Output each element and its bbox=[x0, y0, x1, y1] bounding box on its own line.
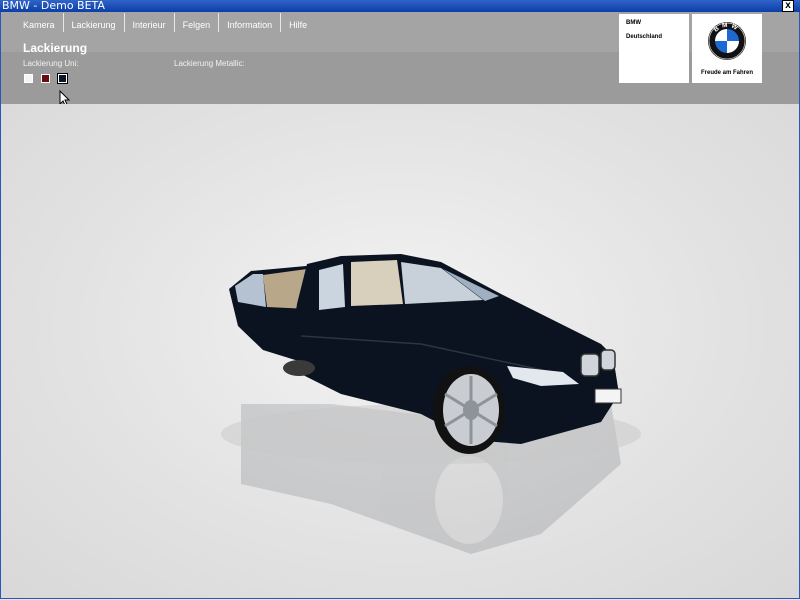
car-model bbox=[221, 254, 641, 554]
uni-paint-label: Lackierung Uni: bbox=[23, 59, 79, 68]
menu-item-kamera[interactable]: Kamera bbox=[15, 13, 64, 32]
uni-swatches bbox=[24, 73, 68, 84]
menu-item-hilfe[interactable]: Hilfe bbox=[281, 13, 315, 32]
section-title: Lackierung bbox=[23, 41, 88, 55]
metallic-paint-label: Lackierung Metallic: bbox=[174, 59, 245, 68]
window-title: BMW - Demo BETA bbox=[2, 0, 105, 12]
car-viewer[interactable] bbox=[1, 104, 799, 598]
swatch-black[interactable] bbox=[57, 73, 68, 84]
brand-slogan: Freude am Fahren bbox=[700, 70, 753, 76]
window-titlebar: BMW - Demo BETA x bbox=[0, 0, 800, 12]
brand-text-box: BMW Deutschland bbox=[619, 14, 689, 83]
swatch-white[interactable] bbox=[24, 74, 33, 83]
close-button[interactable]: x bbox=[782, 0, 794, 12]
brand-logo-box: BMW Freude am Fahren bbox=[692, 14, 762, 83]
swatch-dark-red[interactable] bbox=[41, 74, 50, 83]
brand-name-line2: Deutschland bbox=[626, 34, 663, 40]
menu-item-lackierung[interactable]: Lackierung bbox=[64, 13, 125, 32]
menu-item-information[interactable]: Information bbox=[219, 13, 282, 32]
main-menu: Kamera Lackierung Interieur Felgen Infor… bbox=[15, 13, 315, 32]
menu-item-interieur[interactable]: Interieur bbox=[125, 13, 175, 32]
brand-name-line1: BMW bbox=[626, 20, 641, 26]
bmw-logo-icon: BMW bbox=[708, 22, 746, 60]
menu-item-felgen[interactable]: Felgen bbox=[175, 13, 220, 32]
config-panel: Kamera Lackierung Interieur Felgen Infor… bbox=[1, 12, 799, 108]
